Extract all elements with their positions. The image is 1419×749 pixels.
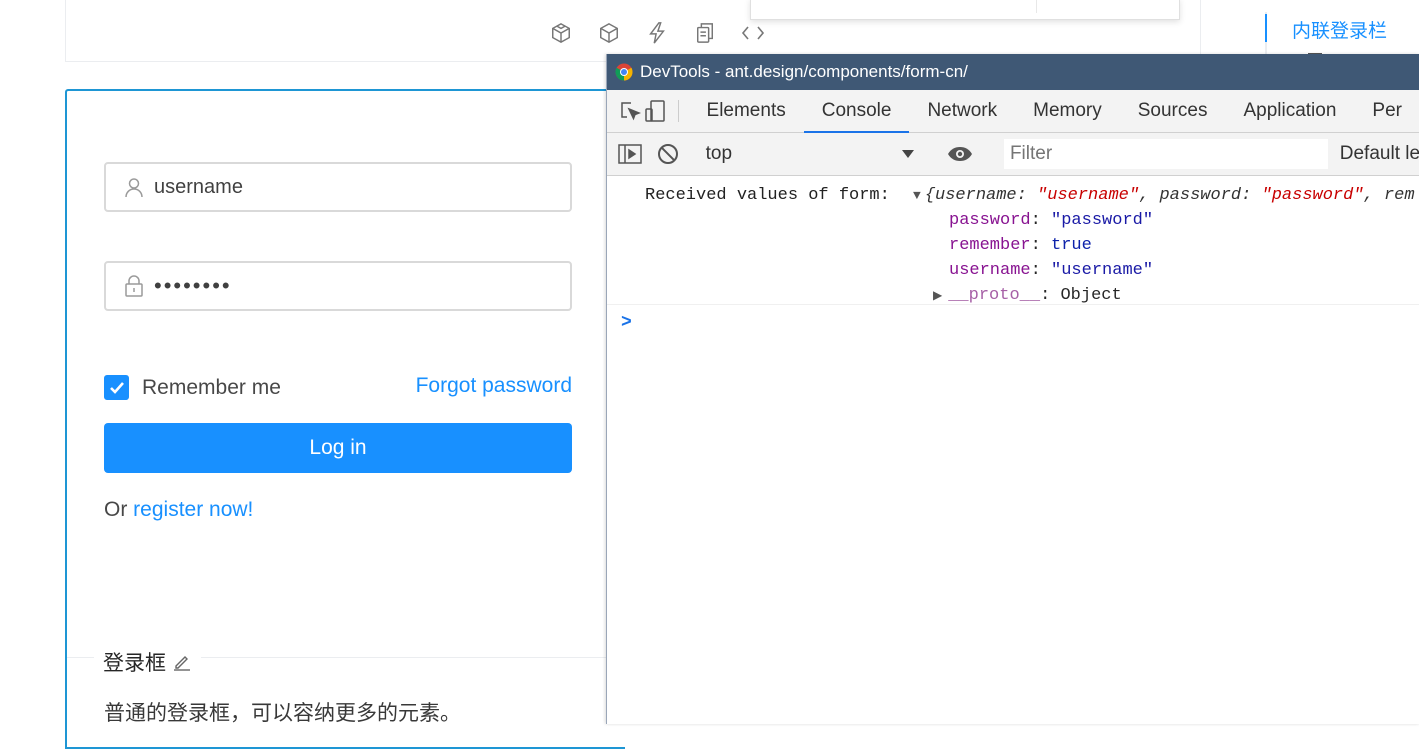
password-input[interactable] — [154, 273, 534, 299]
context-value: top — [705, 143, 733, 164]
username-field[interactable] — [104, 162, 572, 212]
proto-property[interactable]: ▶ __proto__: Object — [933, 286, 1122, 305]
proto-value: Object — [1060, 286, 1122, 305]
log-message: Received values of form: — [645, 186, 901, 205]
console-toolbar: top Default le — [607, 133, 1419, 176]
devtools-window: DevTools - ant.design/components/form-cn… — [606, 54, 1419, 724]
tab-application[interactable]: Application — [1225, 90, 1354, 132]
summary-sep: , — [1139, 186, 1160, 205]
codepen-icon[interactable] — [596, 20, 622, 46]
tab-console[interactable]: Console — [803, 90, 910, 133]
devtools-titlebar: DevTools - ant.design/components/form-cn… — [607, 54, 1419, 90]
property-key: username — [949, 261, 1031, 280]
tab-performance[interactable]: Per — [1354, 90, 1419, 132]
thunderbolt-icon[interactable] — [644, 20, 670, 46]
object-property: username: "username" — [949, 261, 1154, 280]
summary-key: rem — [1383, 186, 1415, 205]
brace: { — [924, 186, 936, 205]
console-prompt-row[interactable]: > — [607, 305, 1419, 345]
checkbox-checked[interactable] — [104, 375, 129, 400]
popover — [750, 0, 1180, 20]
console-filter-input[interactable] — [1003, 139, 1328, 169]
console-output: Received values of form: ▼ {username: "us… — [607, 176, 1419, 345]
user-icon — [124, 176, 144, 198]
tab-elements[interactable]: Elements — [689, 90, 804, 132]
codesandbox-icon[interactable] — [548, 20, 574, 46]
code-actions — [548, 20, 766, 46]
live-expression-eye-icon[interactable] — [945, 146, 975, 162]
summary-value: "username" — [1037, 186, 1140, 205]
console-prompt-icon: > — [621, 313, 632, 333]
anchor-active-marker — [1265, 14, 1267, 42]
summary-sep: , — [1363, 186, 1384, 205]
login-button[interactable]: Log in — [104, 423, 572, 473]
chrome-logo-icon — [615, 63, 633, 81]
clear-console-icon[interactable] — [653, 139, 683, 169]
tab-memory[interactable]: Memory — [1015, 90, 1120, 132]
object-property: password: "password" — [949, 211, 1154, 230]
or-text: Or — [104, 498, 134, 521]
summary-key: username: — [935, 186, 1038, 205]
proto-key: __proto__ — [948, 286, 1041, 305]
property-value: true — [1051, 236, 1092, 255]
tab-sources[interactable]: Sources — [1120, 90, 1226, 132]
remember-me-label: Remember me — [142, 375, 281, 399]
popover-divider — [1036, 0, 1037, 13]
devtools-title: DevTools - ant.design/components/form-cn… — [640, 62, 968, 81]
property-value: "username" — [1051, 261, 1154, 280]
tab-network[interactable]: Network — [909, 90, 1015, 132]
remember-me-checkbox[interactable]: Remember me — [104, 375, 281, 400]
demo-description: 普通的登录框，可以容纳更多的元素。 — [104, 702, 461, 725]
inspect-element-icon[interactable] — [618, 90, 643, 132]
register-row: Or register now! — [104, 498, 253, 522]
password-field[interactable] — [104, 261, 572, 311]
copy-icon[interactable] — [692, 20, 718, 46]
devtools-tabbar: Elements Console Network Memory Sources … — [607, 90, 1419, 133]
show-sidebar-icon[interactable] — [615, 139, 645, 169]
forgot-password-link[interactable]: Forgot password — [416, 374, 572, 398]
username-input[interactable] — [154, 175, 534, 199]
summary-value: "password" — [1261, 186, 1364, 205]
property-key: password — [949, 211, 1031, 230]
dropdown-arrow-icon — [902, 143, 915, 165]
demo-title: 登录框 — [94, 647, 201, 677]
context-selector[interactable]: top — [706, 143, 915, 165]
device-toolbar-icon[interactable] — [643, 90, 668, 132]
object-property: remember: true — [949, 236, 1092, 255]
summary-key: password: — [1159, 186, 1262, 205]
code-expand-icon[interactable] — [740, 20, 766, 46]
log-levels-dropdown[interactable]: Default le — [1340, 143, 1419, 165]
register-link[interactable]: register now! — [133, 498, 253, 521]
property-value: "password" — [1051, 211, 1154, 230]
property-key: remember — [949, 236, 1031, 255]
console-log-entry: Received values of form: ▼ {username: "us… — [607, 176, 1419, 305]
demo-title-text: 登录框 — [103, 652, 166, 675]
expanded-triangle-icon[interactable]: ▼ — [913, 188, 921, 203]
object-summary[interactable]: ▼ {username: "username", password: "passw… — [913, 186, 1415, 205]
collapsed-triangle-icon[interactable]: ▶ — [933, 289, 942, 303]
lock-icon — [124, 275, 144, 297]
tab-separator — [677, 100, 679, 122]
edit-icon[interactable] — [172, 652, 192, 672]
anchor-link-inline-login[interactable]: 内联登录栏 — [1292, 16, 1387, 43]
